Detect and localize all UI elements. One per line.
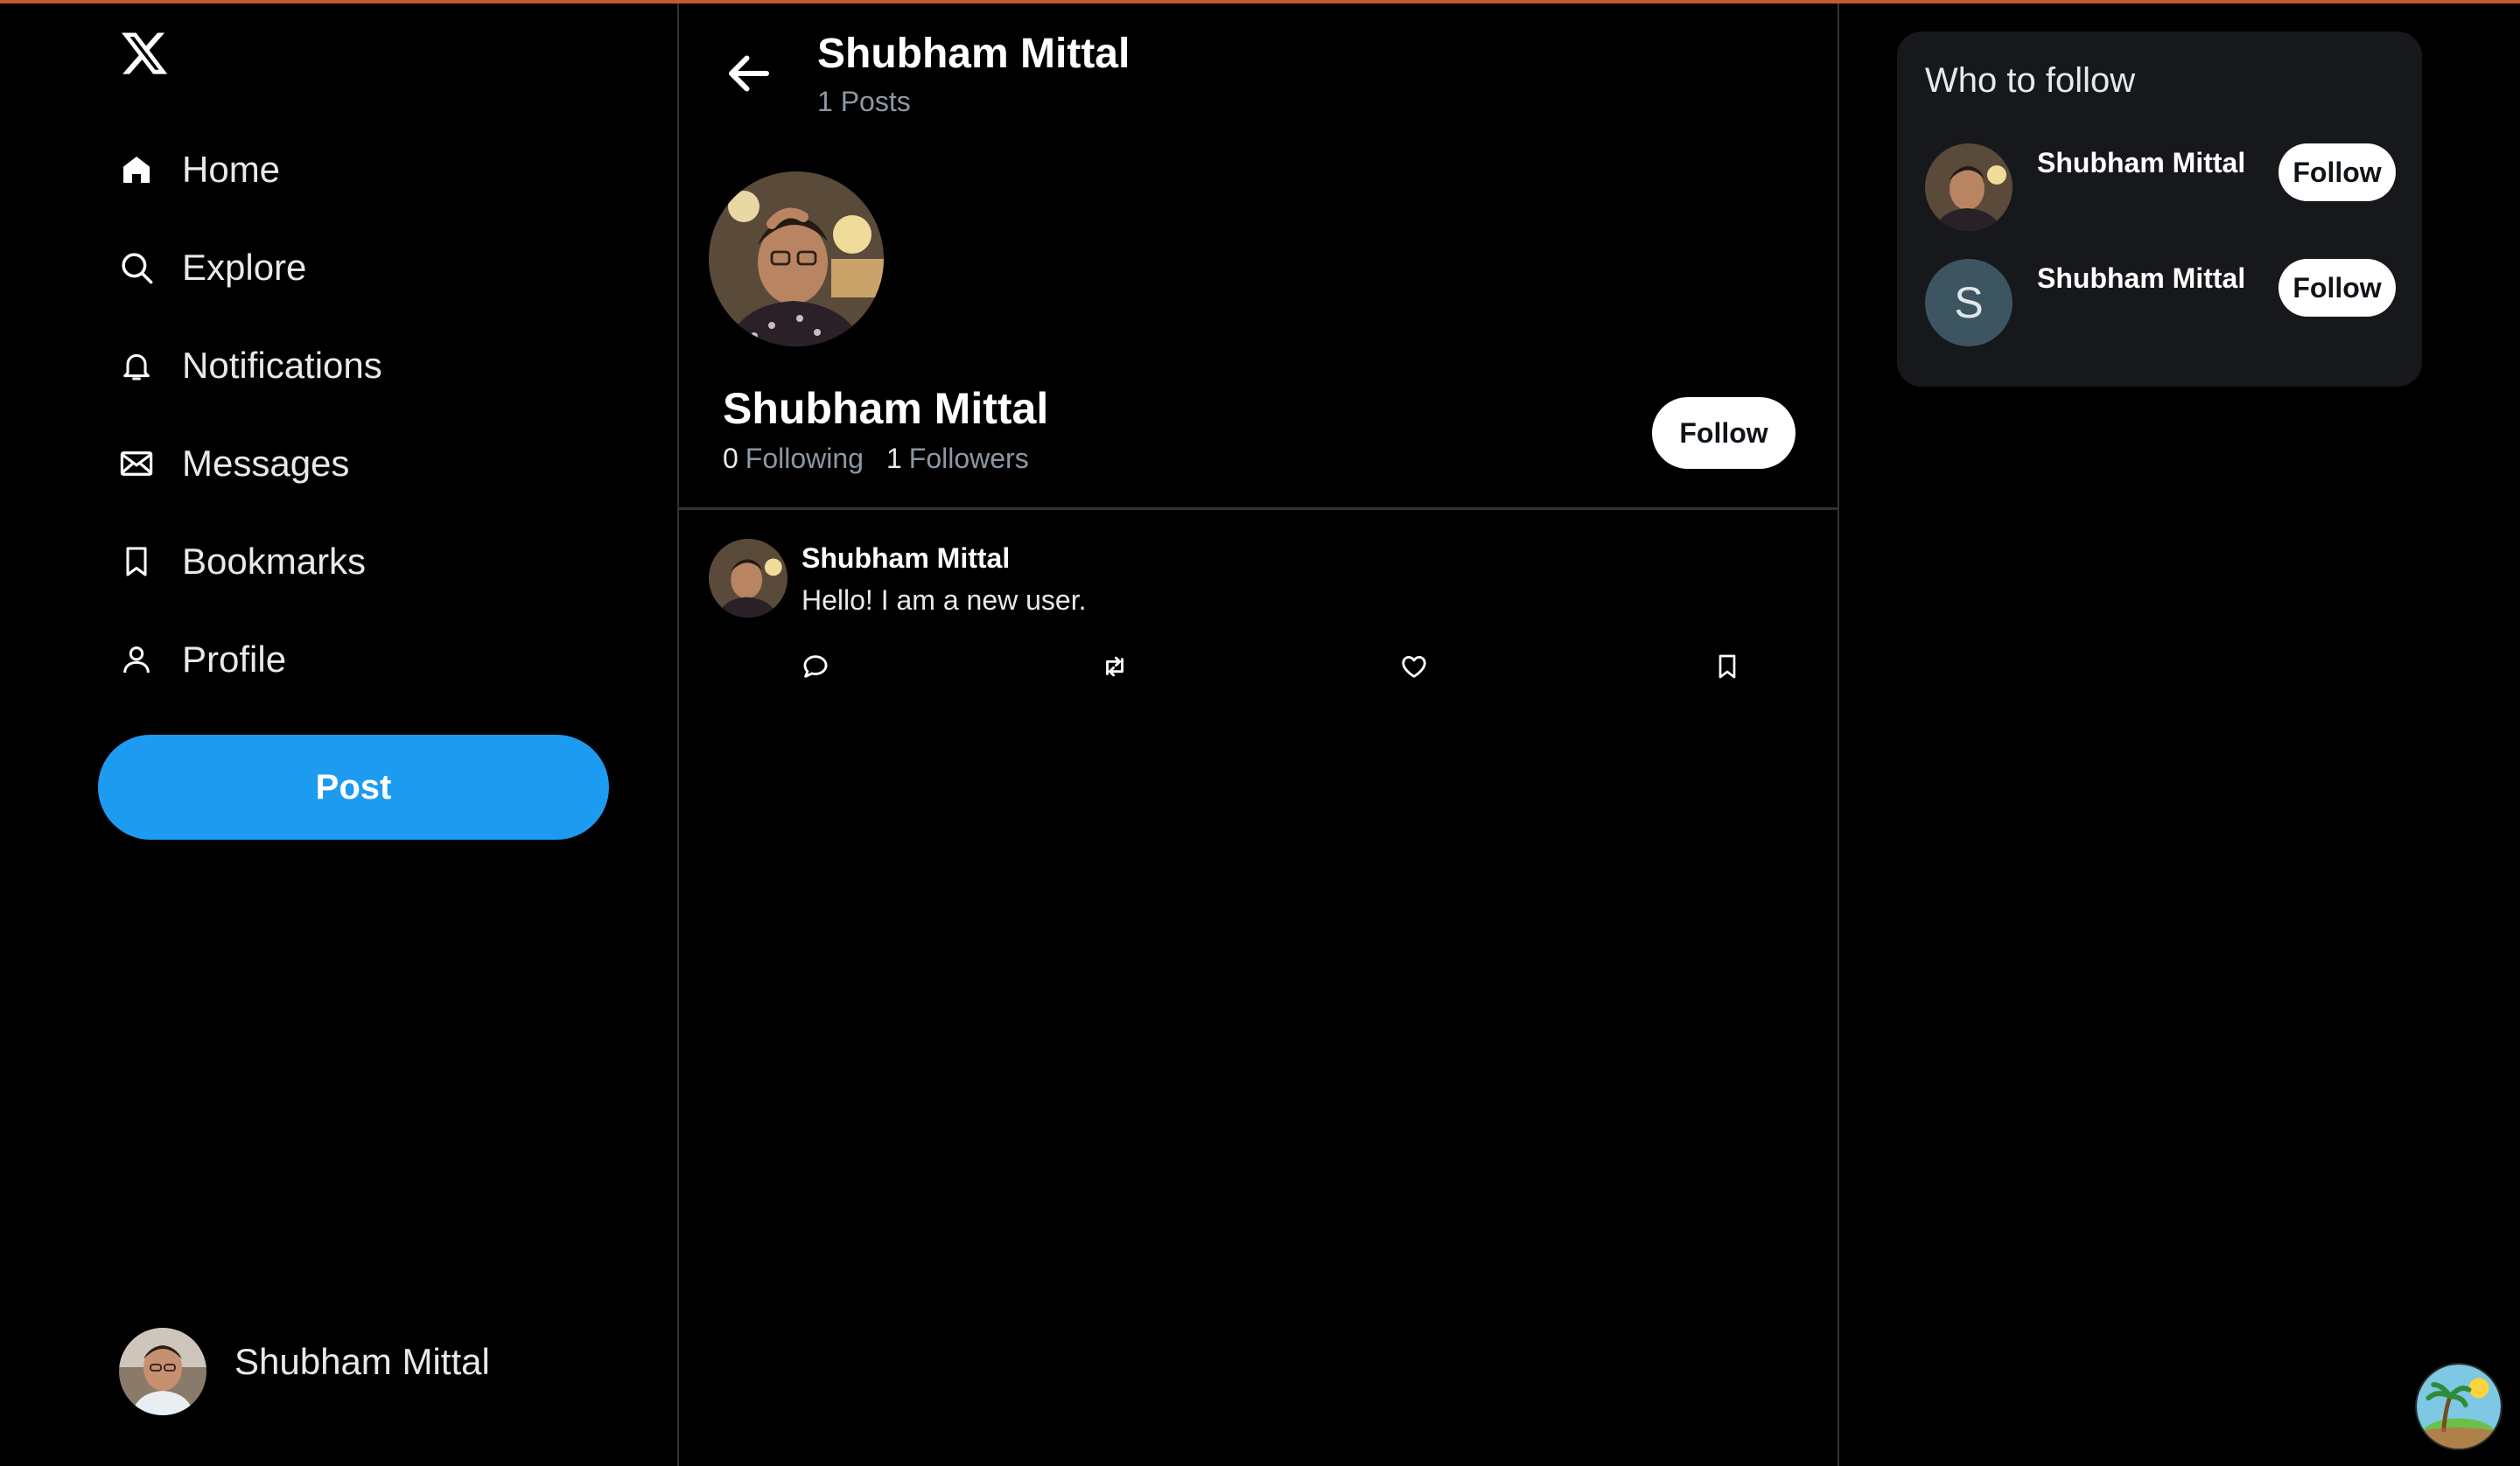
- sidebar-item-label: Home: [182, 149, 281, 190]
- sidebar: Home Explore Notifications Messages Book…: [0, 3, 679, 1466]
- person-icon: [117, 640, 156, 679]
- repost-icon: [1106, 656, 1124, 677]
- followers-count: 1: [886, 443, 902, 474]
- avatar: S: [1925, 259, 2012, 346]
- bell-icon: [117, 346, 156, 385]
- profile-name: Shubham Mittal: [723, 384, 1049, 433]
- tweet-text: Hello! I am a new user.: [802, 584, 1087, 616]
- avatar: [119, 1328, 206, 1415]
- bookmark-icon: [117, 542, 156, 581]
- profile-main: Shubham Mittal 1 Posts Shubham Mittal 0F…: [679, 3, 1839, 1466]
- suggested-user-name: Shubham Mittal: [2037, 262, 2246, 294]
- reply-button[interactable]: [798, 649, 833, 684]
- comment-icon: [803, 655, 828, 678]
- following-stat[interactable]: 0 Following: [723, 443, 864, 475]
- sidebar-item-home[interactable]: Home: [117, 135, 280, 205]
- mail-icon: [117, 444, 156, 483]
- divider: [679, 507, 1838, 510]
- sidebar-item-label: Bookmarks: [182, 541, 367, 582]
- page-title: Shubham Mittal: [817, 31, 1130, 77]
- bookmark-icon: [1718, 654, 1736, 679]
- suggested-user-name: Shubham Mittal: [2037, 147, 2246, 178]
- suggested-user[interactable]: Shubham Mittal Follow: [1925, 143, 2398, 234]
- sidebar-item-label: Explore: [182, 247, 307, 288]
- home-icon: [117, 150, 156, 189]
- followers-stat[interactable]: 1 Followers: [886, 443, 1029, 475]
- tweet-author[interactable]: Shubham Mittal: [802, 542, 1010, 575]
- arrow-left-icon: [729, 55, 769, 92]
- x-logo-icon[interactable]: [119, 28, 170, 79]
- tweet-avatar[interactable]: [709, 539, 788, 618]
- avatar: [1925, 143, 2012, 231]
- following-count: 0: [723, 443, 738, 474]
- sidebar-item-profile[interactable]: Profile: [117, 625, 286, 695]
- sidebar-item-label: Notifications: [182, 345, 382, 386]
- profile-stats: 0 Following 1 Followers: [723, 443, 1029, 475]
- followers-label: Followers: [908, 443, 1029, 474]
- post-button[interactable]: Post: [98, 735, 609, 840]
- sidebar-item-label: Messages: [182, 443, 350, 484]
- search-icon: [117, 248, 156, 287]
- account-name: Shubham Mittal: [234, 1341, 490, 1382]
- sidebar-item-label: Profile: [182, 639, 287, 680]
- following-label: Following: [745, 443, 864, 474]
- follow-button[interactable]: Follow: [1652, 397, 1796, 469]
- heart-icon: [1402, 655, 1426, 678]
- post-count: 1 Posts: [817, 86, 911, 117]
- follow-button[interactable]: Follow: [2278, 259, 2396, 317]
- who-to-follow-panel: Who to follow Shubham Mittal Follow S Sh…: [1897, 31, 2422, 387]
- sidebar-item-explore[interactable]: Explore: [117, 233, 306, 303]
- floating-app-icon[interactable]: [2415, 1363, 2502, 1450]
- repost-button[interactable]: [1097, 649, 1132, 684]
- account-switcher[interactable]: Shubham Mittal: [119, 1328, 490, 1415]
- sidebar-item-messages[interactable]: Messages: [117, 429, 349, 499]
- sidebar-item-bookmarks[interactable]: Bookmarks: [117, 527, 366, 597]
- follow-button[interactable]: Follow: [2278, 143, 2396, 201]
- bookmark-button[interactable]: [1710, 649, 1745, 684]
- like-button[interactable]: [1396, 649, 1432, 684]
- sidebar-item-notifications[interactable]: Notifications: [117, 331, 382, 401]
- panel-title: Who to follow: [1925, 61, 2136, 100]
- suggested-user[interactable]: S Shubham Mittal Follow: [1925, 259, 2398, 350]
- profile-avatar[interactable]: [709, 171, 884, 346]
- back-button[interactable]: [719, 44, 779, 103]
